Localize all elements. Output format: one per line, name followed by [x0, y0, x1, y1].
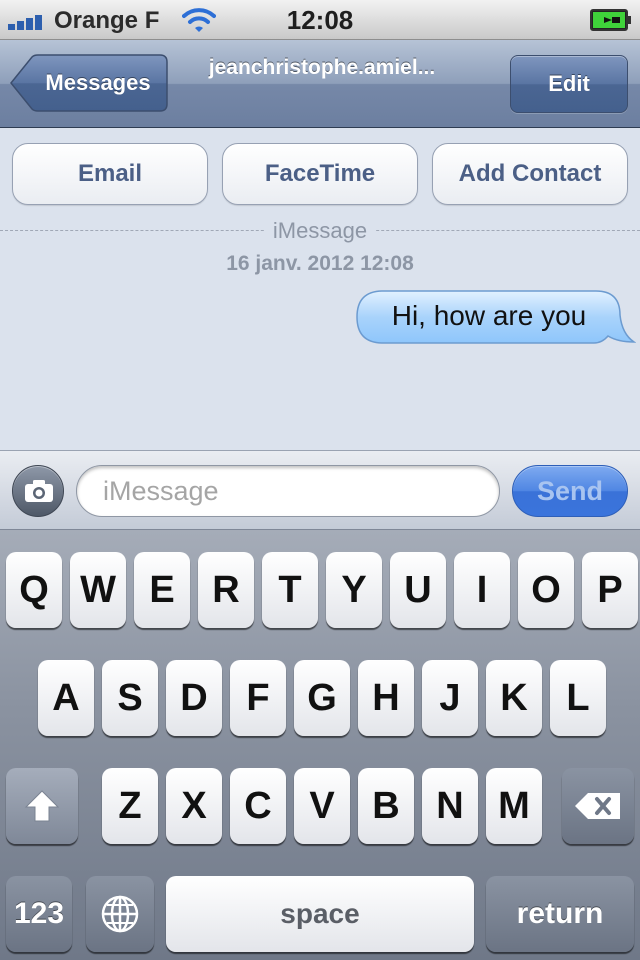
- key-h[interactable]: H: [358, 660, 414, 736]
- key-i[interactable]: I: [454, 552, 510, 628]
- back-button-label: Messages: [45, 70, 151, 95]
- globe-icon: [101, 895, 139, 933]
- key-u[interactable]: U: [390, 552, 446, 628]
- status-time: 12:08: [286, 5, 354, 35]
- key-c[interactable]: C: [230, 768, 286, 844]
- key-q[interactable]: Q: [6, 552, 62, 628]
- camera-icon: [25, 480, 53, 502]
- compose-bar: Send: [0, 450, 640, 530]
- conversation-title: jeanchristophe.amiel...: [208, 56, 436, 79]
- key-o[interactable]: O: [518, 552, 574, 628]
- key-s[interactable]: S: [102, 660, 158, 736]
- key-y[interactable]: Y: [326, 552, 382, 628]
- shift-icon: [24, 790, 60, 822]
- key-m[interactable]: M: [486, 768, 542, 844]
- key-t[interactable]: T: [262, 552, 318, 628]
- globe-key[interactable]: [86, 876, 154, 952]
- key-p[interactable]: P: [582, 552, 638, 628]
- message-input[interactable]: [76, 465, 500, 517]
- email-button[interactable]: Email: [12, 143, 208, 205]
- shift-key[interactable]: [6, 768, 78, 844]
- numbers-key[interactable]: 123: [6, 876, 72, 952]
- key-v[interactable]: V: [294, 768, 350, 844]
- key-z[interactable]: Z: [102, 768, 158, 844]
- key-b[interactable]: B: [358, 768, 414, 844]
- conversation-area: Email FaceTime Add Contact iMessage 16 j…: [0, 128, 640, 450]
- key-f[interactable]: F: [230, 660, 286, 736]
- space-key[interactable]: space: [166, 876, 474, 952]
- camera-button[interactable]: [12, 465, 64, 517]
- edit-button[interactable]: Edit: [510, 55, 628, 113]
- key-x[interactable]: X: [166, 768, 222, 844]
- delete-key[interactable]: [562, 768, 634, 844]
- service-label: iMessage: [264, 218, 376, 243]
- message-timestamp: 16 janv. 2012 12:08: [226, 252, 414, 275]
- key-l[interactable]: L: [550, 660, 606, 736]
- message-bubble-outgoing[interactable]: Hi, how are you: [356, 290, 636, 344]
- keyboard: Q W E R T Y U I O P A S D F G H J K L Z …: [0, 530, 640, 960]
- key-r[interactable]: R: [198, 552, 254, 628]
- send-button[interactable]: Send: [512, 465, 628, 517]
- battery-charging-icon: [590, 9, 632, 31]
- back-button[interactable]: Messages: [10, 54, 168, 112]
- facetime-button[interactable]: FaceTime: [222, 143, 418, 205]
- key-n[interactable]: N: [422, 768, 478, 844]
- key-w[interactable]: W: [70, 552, 126, 628]
- key-d[interactable]: D: [166, 660, 222, 736]
- service-divider: iMessage: [0, 218, 640, 243]
- key-j[interactable]: J: [422, 660, 478, 736]
- delete-icon: [575, 793, 620, 819]
- key-k[interactable]: K: [486, 660, 542, 736]
- key-a[interactable]: A: [38, 660, 94, 736]
- key-e[interactable]: E: [134, 552, 190, 628]
- message-text: Hi, how are you: [391, 300, 587, 331]
- add-contact-button[interactable]: Add Contact: [432, 143, 628, 205]
- status-bar: Orange F 12:08: [0, 0, 640, 40]
- return-key[interactable]: return: [486, 876, 634, 952]
- key-g[interactable]: G: [294, 660, 350, 736]
